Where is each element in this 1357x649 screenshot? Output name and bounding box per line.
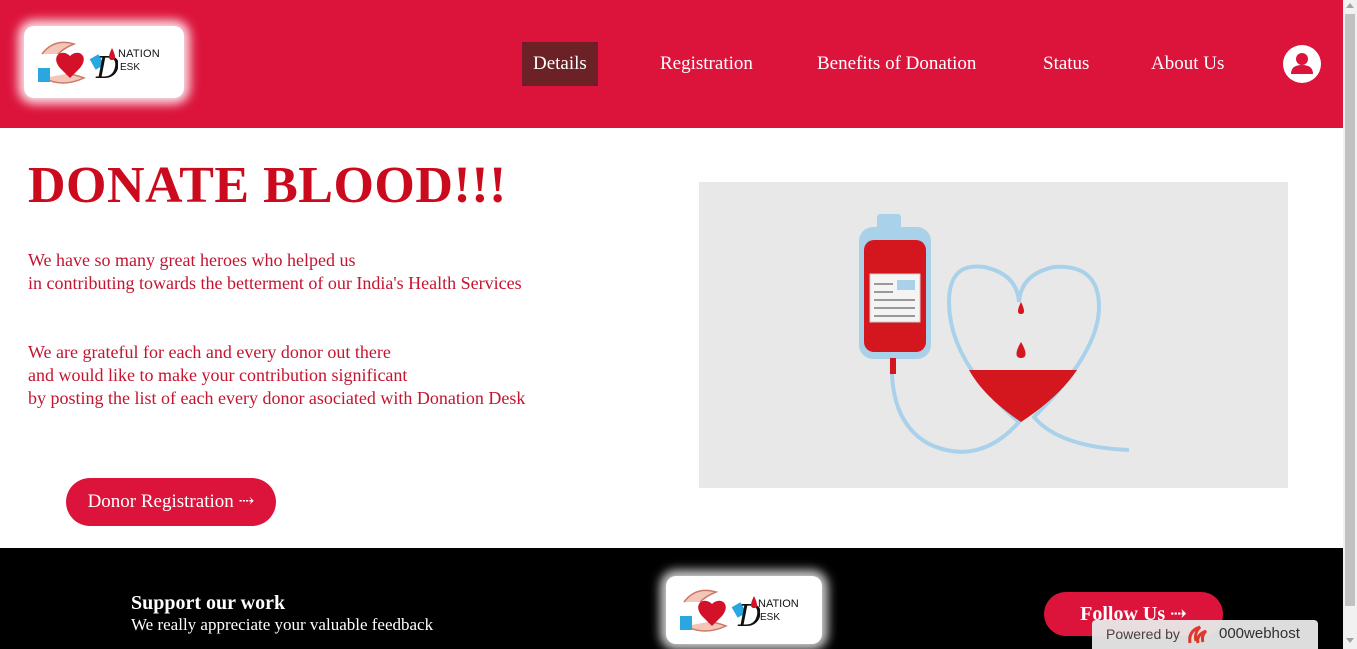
support-subtitle: We really appreciate your valuable feedb… xyxy=(131,615,434,634)
logo-word-top: NATION xyxy=(118,48,160,60)
blood-bag-heart-icon xyxy=(859,214,1130,454)
blood-donation-illustration xyxy=(699,182,1288,488)
site-header: D NATION ESK Details Registration Benefi… xyxy=(0,0,1343,128)
logo-word-bottom: ESK xyxy=(760,612,781,623)
gratitude-paragraph: We are grateful for each and every donor… xyxy=(28,341,525,410)
webhost-logo-icon xyxy=(1188,625,1208,644)
gratitude-line: and would like to make your contribution… xyxy=(28,365,408,385)
scrollbar-thumb[interactable] xyxy=(1345,14,1355,606)
logo-word-bottom: ESK xyxy=(120,62,141,73)
hands-heart-icon: D xyxy=(680,589,760,634)
footer-logo[interactable]: D NATION ESK xyxy=(666,576,822,644)
logo-word-top: NATION xyxy=(758,598,799,610)
nav-benefits-of-donation[interactable]: Benefits of Donation xyxy=(806,42,987,86)
vertical-scrollbar[interactable] xyxy=(1343,0,1357,649)
hands-heart-icon: D xyxy=(38,41,118,86)
powered-by-brand: 000webhost xyxy=(1219,625,1300,642)
powered-by-label: Powered by xyxy=(1106,626,1180,642)
profile-button[interactable] xyxy=(1283,45,1321,83)
nav-registration[interactable]: Registration xyxy=(649,42,764,86)
support-title: Support our work xyxy=(131,592,286,614)
powered-by-badge[interactable]: Powered by 000webhost xyxy=(1092,620,1318,649)
nav-details[interactable]: Details xyxy=(522,42,598,86)
intro-paragraph: We have so many great heroes who helped … xyxy=(28,249,522,295)
donation-desk-logo[interactable]: D NATION ESK xyxy=(24,26,184,98)
scroll-up-arrow-icon[interactable] xyxy=(1346,3,1354,8)
user-icon xyxy=(1291,53,1313,74)
nav-about-us[interactable]: About Us xyxy=(1140,42,1235,86)
scroll-down-arrow-icon[interactable] xyxy=(1346,638,1354,643)
gratitude-line: We are grateful for each and every donor… xyxy=(28,342,391,362)
gratitude-line: by posting the list of each every donor … xyxy=(28,388,526,408)
page-headline: DONATE BLOOD!!! xyxy=(28,157,507,214)
intro-line: We have so many great heroes who helped … xyxy=(28,250,356,270)
donor-registration-button[interactable]: Donor Registration ⇢ xyxy=(66,478,276,526)
intro-line: in contributing towards the betterment o… xyxy=(28,273,522,293)
nav-status[interactable]: Status xyxy=(1032,42,1100,86)
